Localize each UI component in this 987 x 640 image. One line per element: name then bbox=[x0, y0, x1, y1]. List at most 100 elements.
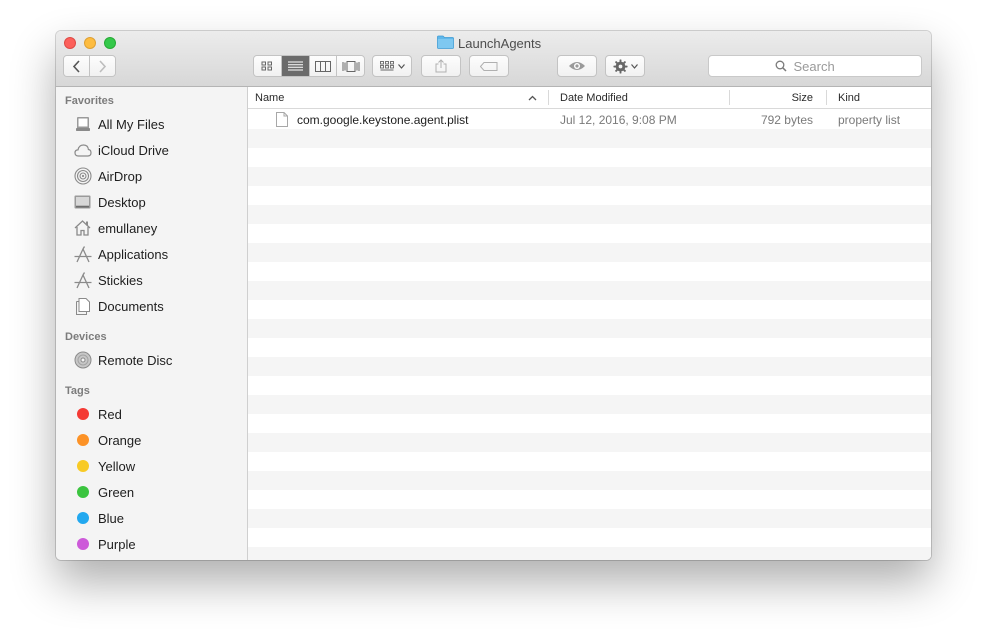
column-divider[interactable] bbox=[729, 90, 730, 105]
sidebar-item-label: emullaney bbox=[98, 220, 158, 236]
sidebar-item-label: Blue bbox=[98, 510, 125, 526]
empty-row bbox=[248, 433, 931, 452]
finder-window: LaunchAgents Search Favorites All My Fil… bbox=[56, 31, 931, 560]
back-button[interactable] bbox=[64, 56, 90, 76]
documents-icon bbox=[73, 297, 92, 316]
column-header-name[interactable]: Name bbox=[255, 87, 545, 108]
sidebar-item-label: Stickies bbox=[98, 272, 143, 288]
sidebar-item-desktop[interactable]: Desktop bbox=[73, 192, 146, 212]
sidebar-item-label: Documents bbox=[98, 298, 164, 314]
column-header-label: Size bbox=[791, 91, 813, 104]
sidebar-tag-red[interactable]: Red bbox=[73, 404, 122, 424]
zoom-button[interactable] bbox=[104, 37, 116, 49]
search-field[interactable] bbox=[708, 55, 922, 77]
tag-color-dot bbox=[77, 460, 89, 472]
search-icon bbox=[775, 60, 787, 72]
column-header-size[interactable]: Size bbox=[733, 87, 813, 108]
column-header-date-modified[interactable]: Date Modified bbox=[560, 87, 725, 108]
tags-header: Tags bbox=[65, 385, 90, 397]
empty-row bbox=[248, 300, 931, 319]
file-row[interactable]: com.google.keystone.agent.plist Jul 12, 2… bbox=[248, 110, 931, 129]
view-mode-control bbox=[253, 55, 365, 77]
sidebar-item-icloud-drive[interactable]: iCloud Drive bbox=[73, 140, 169, 160]
sidebar-item-applications[interactable]: Applications bbox=[73, 244, 168, 264]
tag-icon bbox=[480, 61, 498, 71]
empty-row bbox=[248, 414, 931, 433]
sidebar-item-remote-disc[interactable]: Remote Disc bbox=[73, 350, 172, 370]
sidebar-tag-purple[interactable]: Purple bbox=[73, 534, 136, 554]
sidebar-item-stickies[interactable]: Stickies bbox=[73, 270, 143, 290]
quick-look-button[interactable] bbox=[557, 55, 597, 77]
folder-icon bbox=[437, 35, 454, 52]
chevron-down-icon bbox=[630, 63, 638, 69]
close-button[interactable] bbox=[64, 37, 76, 49]
sidebar-tag-green[interactable]: Green bbox=[73, 482, 134, 502]
column-divider[interactable] bbox=[826, 90, 827, 105]
airdrop-icon bbox=[73, 167, 92, 186]
column-view-button[interactable] bbox=[309, 56, 338, 76]
sidebar-item-label: Purple bbox=[98, 536, 136, 552]
empty-row bbox=[248, 376, 931, 395]
empty-row bbox=[248, 547, 931, 560]
file-name: com.google.keystone.agent.plist bbox=[297, 112, 469, 127]
sidebar-item-label: Desktop bbox=[98, 194, 146, 210]
column-header: Name Date Modified Size Kind bbox=[248, 87, 931, 109]
search-input[interactable] bbox=[791, 57, 856, 75]
cover-flow-button[interactable] bbox=[337, 56, 364, 76]
empty-row bbox=[248, 528, 931, 547]
empty-row bbox=[248, 490, 931, 509]
file-kind: property list bbox=[838, 112, 901, 127]
action-menu-button[interactable] bbox=[605, 55, 645, 77]
empty-row bbox=[248, 471, 931, 490]
minimize-button[interactable] bbox=[84, 37, 96, 49]
list-view-icon bbox=[287, 61, 303, 71]
icon-view-icon bbox=[261, 61, 273, 71]
tag-color-dot bbox=[77, 486, 89, 498]
tag-color-dot bbox=[77, 538, 89, 550]
sidebar-item-label: Green bbox=[98, 484, 135, 500]
sidebar-tag-yellow[interactable]: Yellow bbox=[73, 456, 135, 476]
sidebar-item-emullaney[interactable]: emullaney bbox=[73, 218, 157, 238]
column-header-kind[interactable]: Kind bbox=[838, 87, 928, 108]
sidebar-item-label: Remote Disc bbox=[98, 352, 173, 368]
arrange-icon bbox=[379, 61, 394, 71]
empty-row bbox=[248, 319, 931, 338]
sidebar-item-label: Yellow bbox=[98, 458, 136, 474]
sidebar-item-label: Applications bbox=[98, 246, 169, 262]
edit-tags-button[interactable] bbox=[469, 55, 509, 77]
column-view-icon bbox=[314, 60, 331, 72]
sidebar-item-label: AirDrop bbox=[98, 168, 143, 184]
tag-color-dot bbox=[77, 512, 89, 524]
home-icon bbox=[73, 219, 92, 238]
empty-row bbox=[248, 129, 931, 148]
empty-row bbox=[248, 167, 931, 186]
sidebar-item-airdrop[interactable]: AirDrop bbox=[73, 166, 142, 186]
applications-icon bbox=[73, 271, 92, 290]
icon-view-button[interactable] bbox=[254, 56, 282, 76]
sidebar-tag-blue[interactable]: Blue bbox=[73, 508, 124, 528]
chevron-down-icon bbox=[397, 63, 405, 69]
chevron-right-icon bbox=[99, 59, 107, 73]
sidebar-tag-orange[interactable]: Orange bbox=[73, 430, 141, 450]
desktop-icon bbox=[73, 193, 92, 212]
sidebar-item-label: iCloud Drive bbox=[98, 142, 169, 158]
cloud-icon bbox=[73, 141, 92, 160]
sidebar: Favorites All My Files iCloud Drive AirD… bbox=[56, 87, 248, 560]
column-header-label: Date Modified bbox=[560, 91, 628, 104]
eye-icon bbox=[569, 62, 585, 70]
list-view-button[interactable] bbox=[281, 56, 310, 76]
arrange-button[interactable] bbox=[372, 55, 412, 77]
gear-icon bbox=[612, 58, 628, 74]
forward-button[interactable] bbox=[90, 56, 115, 76]
empty-row bbox=[248, 281, 931, 300]
column-divider[interactable] bbox=[548, 90, 549, 105]
empty-row bbox=[248, 509, 931, 528]
title-bar: LaunchAgents bbox=[56, 31, 931, 87]
share-button[interactable] bbox=[421, 55, 461, 77]
empty-row bbox=[248, 262, 931, 281]
tag-color-dot bbox=[77, 434, 89, 446]
disc-icon bbox=[73, 351, 92, 370]
sidebar-item-all-my-files[interactable]: All My Files bbox=[73, 114, 164, 134]
sidebar-item-documents[interactable]: Documents bbox=[73, 296, 164, 316]
share-icon bbox=[435, 59, 447, 73]
